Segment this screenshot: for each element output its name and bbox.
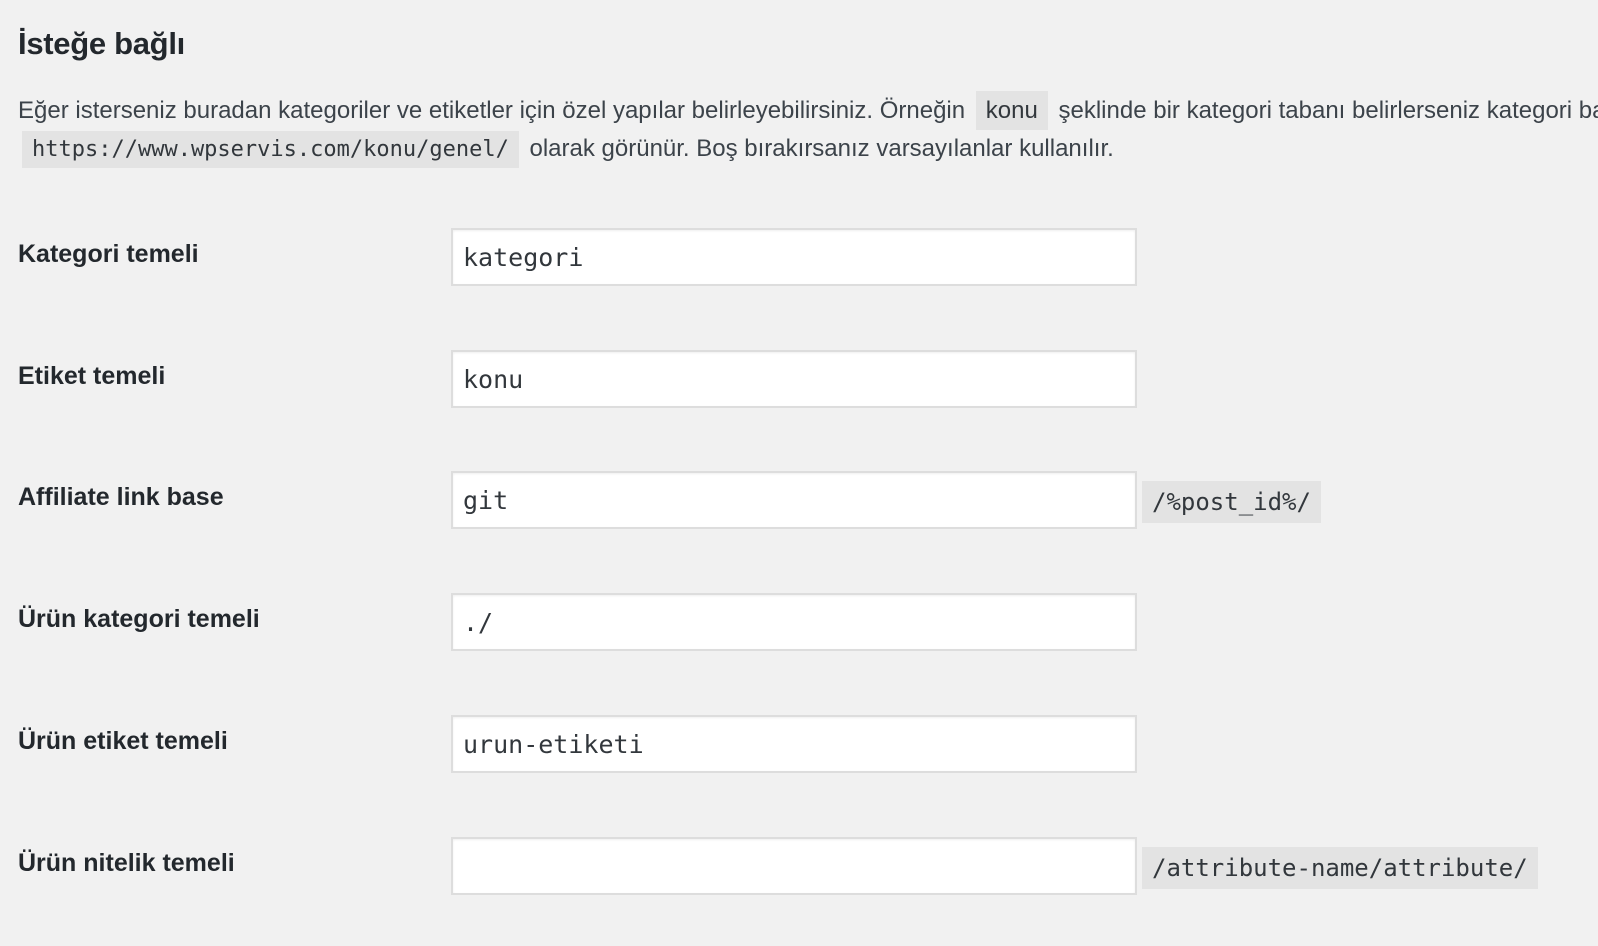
field-row-category-base: Kategori temeli xyxy=(0,228,1598,288)
section-description: Eğer isterseniz buradan kategoriler ve e… xyxy=(18,91,1598,169)
description-text-3: olarak görünür. Boş bırakırsanız varsayı… xyxy=(529,135,1114,162)
field-row-tag-base: Etiket temeli xyxy=(0,350,1598,410)
product-attribute-base-label: Ürün nitelik temeli xyxy=(18,849,235,877)
field-row-product-tag-base: Ürün etiket temeli xyxy=(0,715,1598,775)
product-tag-base-input[interactable] xyxy=(451,715,1137,773)
category-base-label: Kategori temeli xyxy=(18,240,199,268)
description-code-example: konu xyxy=(975,91,1048,130)
field-row-affiliate-link-base: Affiliate link base /%post_id%/ xyxy=(0,471,1598,531)
description-text-1: Eğer isterseniz buradan kategoriler ve e… xyxy=(18,97,966,124)
category-base-input[interactable] xyxy=(451,228,1137,286)
description-text-2: şeklinde bir kategori tabanı belirlersen… xyxy=(1058,97,1598,124)
affiliate-link-base-label: Affiliate link base xyxy=(18,483,224,511)
field-row-product-category-base: Ürün kategori temeli xyxy=(0,593,1598,653)
tag-base-label: Etiket temeli xyxy=(18,362,166,390)
product-category-base-label: Ürün kategori temeli xyxy=(18,605,260,633)
product-attribute-base-input[interactable] xyxy=(451,837,1137,895)
affiliate-link-suffix: /%post_id%/ xyxy=(1142,481,1321,523)
field-row-product-attribute-base: Ürün nitelik temeli /attribute-name/attr… xyxy=(0,837,1598,897)
section-title: İsteğe bağlı xyxy=(18,26,185,61)
tag-base-input[interactable] xyxy=(451,350,1137,408)
affiliate-link-base-input[interactable] xyxy=(451,471,1137,529)
permalink-optional-settings: İsteğe bağlı Eğer isterseniz buradan kat… xyxy=(0,0,1598,946)
description-code-url: https://www.wpservis.com/konu/genel/ xyxy=(22,131,519,168)
product-attribute-suffix: /attribute-name/attribute/ xyxy=(1142,847,1538,889)
product-tag-base-label: Ürün etiket temeli xyxy=(18,727,228,755)
product-category-base-input[interactable] xyxy=(451,593,1137,651)
